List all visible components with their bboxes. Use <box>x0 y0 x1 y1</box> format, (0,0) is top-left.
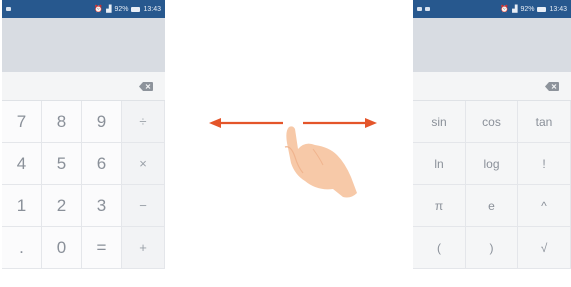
key-4[interactable]: 4 <box>2 143 42 185</box>
key-sqrt[interactable]: √ <box>518 227 571 269</box>
key-decimal[interactable]: . <box>2 227 42 269</box>
alarm-icon: ⏰ <box>94 6 104 13</box>
key-9[interactable]: 9 <box>82 101 122 143</box>
result-display <box>2 18 165 72</box>
key-7[interactable]: 7 <box>2 101 42 143</box>
key-8[interactable]: 8 <box>42 101 82 143</box>
battery-percent: 92% <box>520 5 535 13</box>
key-factorial[interactable]: ! <box>518 143 571 185</box>
key-plus[interactable]: + <box>122 227 165 269</box>
key-2[interactable]: 2 <box>42 185 82 227</box>
input-row[interactable] <box>413 72 571 101</box>
signal-icon: ▟ <box>512 6 518 13</box>
advanced-calculator-screen: ⏰ ▟ 92% 13:43 sin cos tan ln log ! π e ^… <box>413 0 571 287</box>
key-3[interactable]: 3 <box>82 185 122 227</box>
key-e[interactable]: e <box>466 185 518 227</box>
key-6[interactable]: 6 <box>82 143 122 185</box>
notification-icon <box>6 7 11 11</box>
swipe-hand-icon <box>284 126 357 198</box>
notification-icon <box>425 7 430 11</box>
key-sin[interactable]: sin <box>413 101 466 143</box>
key-tan[interactable]: tan <box>518 101 571 143</box>
advanced-keypad: sin cos tan ln log ! π e ^ ( ) √ <box>413 101 571 269</box>
backspace-icon[interactable] <box>139 81 153 91</box>
notification-icons <box>6 7 11 11</box>
status-icons: ⏰ ▟ 92% 13:43 <box>500 5 567 14</box>
key-divide[interactable]: ÷ <box>122 101 165 143</box>
key-multiply[interactable]: × <box>122 143 165 185</box>
key-ln[interactable]: ln <box>413 143 466 185</box>
result-display <box>413 18 571 72</box>
signal-icon: ▟ <box>106 6 112 13</box>
key-log[interactable]: log <box>466 143 518 185</box>
key-minus[interactable]: − <box>122 185 165 227</box>
key-open-paren[interactable]: ( <box>413 227 466 269</box>
basic-keypad: 7 8 9 ÷ 4 5 6 × 1 2 3 − . 0 = + <box>2 101 165 269</box>
basic-calculator-screen: ⏰ ▟ 92% 13:43 7 8 9 ÷ 4 5 6 × 1 2 3 − . … <box>2 0 165 287</box>
notification-icon <box>417 7 422 11</box>
double-arrow-icon <box>209 118 377 198</box>
key-5[interactable]: 5 <box>42 143 82 185</box>
key-power[interactable]: ^ <box>518 185 571 227</box>
status-time: 13:43 <box>143 5 161 13</box>
battery-icon <box>131 6 141 12</box>
status-bar: ⏰ ▟ 92% 13:43 <box>2 0 165 18</box>
battery-icon <box>537 6 547 12</box>
input-row[interactable] <box>2 72 165 101</box>
key-close-paren[interactable]: ) <box>466 227 518 269</box>
key-cos[interactable]: cos <box>466 101 518 143</box>
swipe-gesture-illustration <box>205 105 380 215</box>
key-0[interactable]: 0 <box>42 227 82 269</box>
backspace-icon[interactable] <box>545 81 559 91</box>
key-pi[interactable]: π <box>413 185 466 227</box>
status-icons: ⏰ ▟ 92% 13:43 <box>94 5 161 14</box>
key-1[interactable]: 1 <box>2 185 42 227</box>
status-bar: ⏰ ▟ 92% 13:43 <box>413 0 571 18</box>
battery-percent: 92% <box>114 5 129 13</box>
status-time: 13:43 <box>549 5 567 13</box>
notification-icons <box>417 7 430 11</box>
alarm-icon: ⏰ <box>500 6 510 13</box>
key-equals[interactable]: = <box>82 227 122 269</box>
